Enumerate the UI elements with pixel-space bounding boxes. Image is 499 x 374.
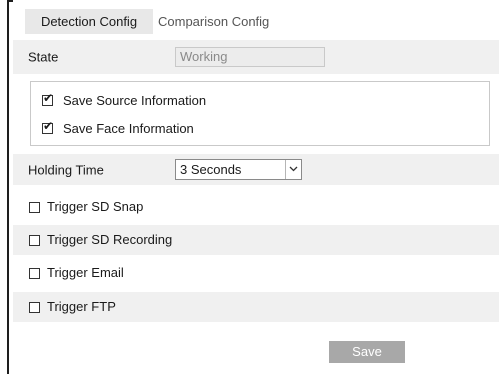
trigger-ftp-row: Trigger FTP	[13, 292, 499, 322]
trigger-sd-snap-row: Trigger SD Snap	[13, 192, 499, 222]
trigger-sd-snap-label: Trigger SD Snap	[47, 199, 144, 214]
trigger-ftp-checkbox[interactable]	[29, 302, 40, 313]
save-face-label: Save Face Information	[63, 121, 194, 136]
trigger-sd-recording-checkbox[interactable]	[29, 235, 40, 246]
holding-time-value: 3 Seconds	[180, 162, 242, 177]
trigger-ftp-label: Trigger FTP	[47, 299, 116, 314]
trigger-email-row: Trigger Email	[13, 258, 499, 288]
checkmark-icon: ✔	[43, 119, 54, 133]
state-label: State	[28, 49, 59, 65]
tab-detection-config[interactable]: Detection Config	[25, 9, 153, 34]
state-field: Working	[175, 47, 325, 67]
save-button[interactable]: Save	[329, 341, 405, 363]
trigger-email-label: Trigger Email	[47, 265, 124, 280]
detection-config-panel: Detection Config Comparison Config State…	[13, 0, 499, 374]
checkmark-icon: ✔	[43, 91, 54, 105]
holding-time-select[interactable]: 3 Seconds	[175, 159, 302, 180]
tab-comparison-config[interactable]: Comparison Config	[158, 9, 298, 34]
save-source-label: Save Source Information	[63, 93, 207, 108]
tab-bar: Detection Config Comparison Config	[13, 9, 499, 34]
save-source-checkbox[interactable]: ✔	[42, 91, 54, 106]
trigger-sd-snap-checkbox[interactable]	[29, 202, 40, 213]
window-frame-left	[7, 0, 9, 374]
save-info-box: ✔ Save Source Information ✔ Save Face In…	[30, 81, 490, 146]
holding-time-label: Holding Time	[28, 162, 104, 177]
state-row: State Working	[13, 40, 499, 74]
trigger-email-checkbox[interactable]	[29, 268, 40, 279]
trigger-sd-recording-label: Trigger SD Recording	[47, 232, 173, 247]
chevron-down-icon[interactable]	[285, 160, 301, 179]
save-face-checkbox[interactable]: ✔	[42, 119, 54, 134]
trigger-sd-recording-row: Trigger SD Recording	[13, 225, 499, 255]
